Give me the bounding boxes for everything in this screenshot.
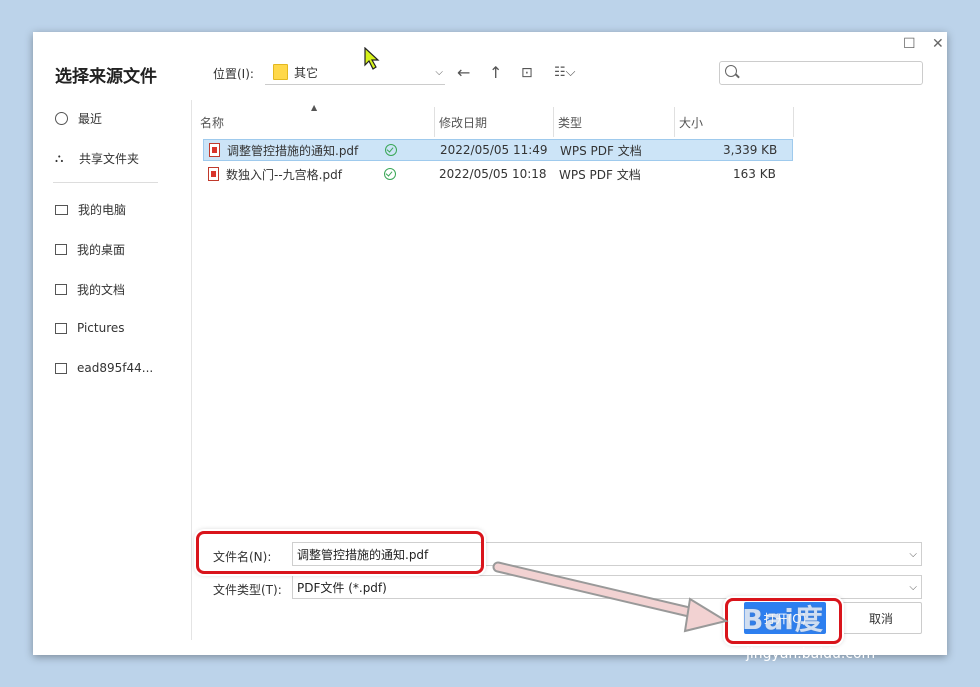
- folder-icon: [273, 64, 288, 80]
- sidebar-item-shared[interactable]: ⛬ 共享文件夹: [55, 150, 139, 167]
- folder-icon: [55, 322, 67, 334]
- location-dropdown[interactable]: 其它 ⌵: [265, 60, 445, 85]
- share-icon: ⛬: [55, 151, 64, 165]
- baidu-watermark-logo: Bai度: [742, 603, 824, 636]
- sync-ok-icon: [385, 144, 397, 156]
- file-size: 3,339 KB: [723, 143, 778, 157]
- search-input[interactable]: [719, 61, 923, 85]
- column-label: 类型: [558, 115, 583, 130]
- view-mode-icon[interactable]: ☷⌵: [554, 65, 576, 80]
- file-type: WPS PDF 文档: [560, 143, 642, 158]
- column-header-type[interactable]: 类型: [554, 107, 674, 137]
- sidebar-item-label: 共享文件夹: [79, 152, 140, 166]
- monitor-icon: [55, 204, 68, 215]
- sidebar-item-label: 我的文档: [77, 283, 126, 297]
- sidebar-item-label: Pictures: [77, 321, 125, 335]
- sidebar-item-computer[interactable]: 我的电脑: [55, 201, 126, 218]
- pdf-file-icon: [208, 167, 219, 181]
- sync-ok-icon: [384, 168, 396, 180]
- file-date: 2022/05/05 11:49: [440, 143, 548, 157]
- column-header-date[interactable]: 修改日期: [435, 107, 553, 137]
- sidebar-item-label: 我的桌面: [77, 243, 126, 257]
- folder-icon: [55, 284, 67, 295]
- chevron-down-icon[interactable]: ⌵: [909, 549, 917, 560]
- desktop-icon: [55, 244, 67, 255]
- search-icon: [725, 65, 737, 77]
- location-label: 位置(I):: [213, 67, 254, 81]
- column-label: 修改日期: [439, 115, 488, 130]
- annotation-arrow-icon: [492, 561, 729, 633]
- table-row[interactable]: 数独入门--九宫格.pdf 2022/05/05 10:18 WPS PDF 文…: [203, 163, 793, 185]
- sidebar-item-ead895f44[interactable]: ead895f44...: [55, 361, 153, 375]
- column-header-size[interactable]: 大小: [675, 107, 793, 137]
- file-name: 数独入门--九宫格.pdf: [226, 167, 342, 182]
- column-header-name[interactable]: 名称: [196, 107, 434, 137]
- column-label: 名称: [200, 115, 225, 130]
- chevron-down-icon[interactable]: ⌵: [909, 582, 917, 593]
- file-size: 163 KB: [733, 167, 776, 181]
- cancel-button[interactable]: 取消: [840, 602, 922, 634]
- file-type: WPS PDF 文档: [559, 167, 641, 182]
- column-divider[interactable]: [793, 107, 794, 137]
- file-name: 调整管控措施的通知.pdf: [227, 143, 359, 158]
- maximize-icon[interactable]: ☐: [903, 36, 916, 52]
- file-date: 2022/05/05 10:18: [439, 167, 547, 181]
- table-row[interactable]: 调整管控措施的通知.pdf 2022/05/05 11:49 WPS PDF 文…: [203, 139, 793, 161]
- sidebar-divider: [53, 182, 158, 183]
- sidebar-item-recent[interactable]: 最近: [55, 110, 102, 127]
- up-arrow-icon[interactable]: ↑: [489, 63, 502, 82]
- highlight-box-filename: [196, 531, 484, 574]
- clock-icon: [55, 112, 68, 125]
- sidebar-item-label: ead895f44...: [77, 361, 154, 375]
- dialog-title: 选择来源文件: [55, 67, 157, 87]
- sidebar-item-desktop[interactable]: 我的桌面: [55, 241, 125, 258]
- chevron-down-icon: ⌵: [435, 66, 443, 78]
- mouse-cursor-icon: [364, 47, 380, 70]
- sidebar-item-documents[interactable]: 我的文档: [55, 281, 125, 298]
- filetype-label: 文件类型(T):: [213, 583, 282, 597]
- back-arrow-icon[interactable]: ←: [457, 63, 470, 82]
- watermark-url: jingyan.baidu.com: [746, 646, 876, 662]
- folder-icon: [55, 362, 67, 374]
- filetype-value: PDF文件 (*.pdf): [297, 580, 387, 595]
- sidebar-item-label: 最近: [78, 112, 103, 126]
- new-folder-icon[interactable]: ⊡: [521, 65, 533, 81]
- column-label: 大小: [679, 115, 704, 130]
- close-icon[interactable]: ✕: [932, 36, 944, 52]
- sidebar-divider-vertical: [191, 100, 192, 640]
- sidebar-item-label: 我的电脑: [78, 203, 127, 217]
- pdf-file-icon: [209, 143, 220, 157]
- sidebar-item-pictures[interactable]: Pictures: [55, 321, 125, 335]
